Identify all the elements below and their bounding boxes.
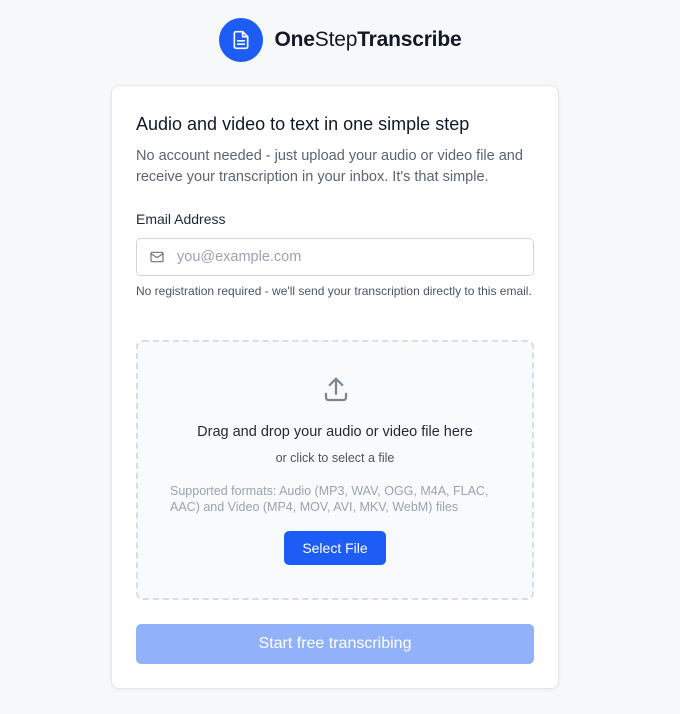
document-icon (233, 30, 249, 50)
brand-name-part3: Transcribe (357, 28, 462, 51)
start-transcribing-button[interactable]: Start free transcribing (136, 624, 534, 664)
card-title: Audio and video to text in one simple st… (136, 114, 470, 134)
brand-name-part1: One (274, 28, 315, 51)
dropzone-subtitle: or click to select a file (275, 451, 395, 465)
email-input[interactable] (177, 239, 527, 275)
email-hint: No registration required - we'll send yo… (136, 284, 532, 298)
email-label: Email Address (136, 211, 226, 227)
brand-name: OneStepTranscribe (275, 28, 462, 52)
upload-icon (324, 377, 348, 402)
select-file-button[interactable]: Select File (284, 531, 386, 565)
dropzone-title: Drag and drop your audio or video file h… (197, 424, 473, 440)
upload-card: Audio and video to text in one simple st… (111, 85, 559, 689)
email-field-wrapper[interactable] (136, 238, 534, 276)
logo (218, 18, 263, 62)
app-header: OneStepTranscribe (0, 18, 680, 62)
mail-icon (150, 251, 164, 263)
file-dropzone[interactable]: Drag and drop your audio or video file h… (136, 340, 534, 600)
card-subtitle: No account needed - just upload your aud… (136, 148, 523, 185)
brand-name-part2: Step (314, 28, 358, 51)
supported-formats: Supported formats: Audio (MP3, WAV, OGG,… (170, 484, 489, 514)
